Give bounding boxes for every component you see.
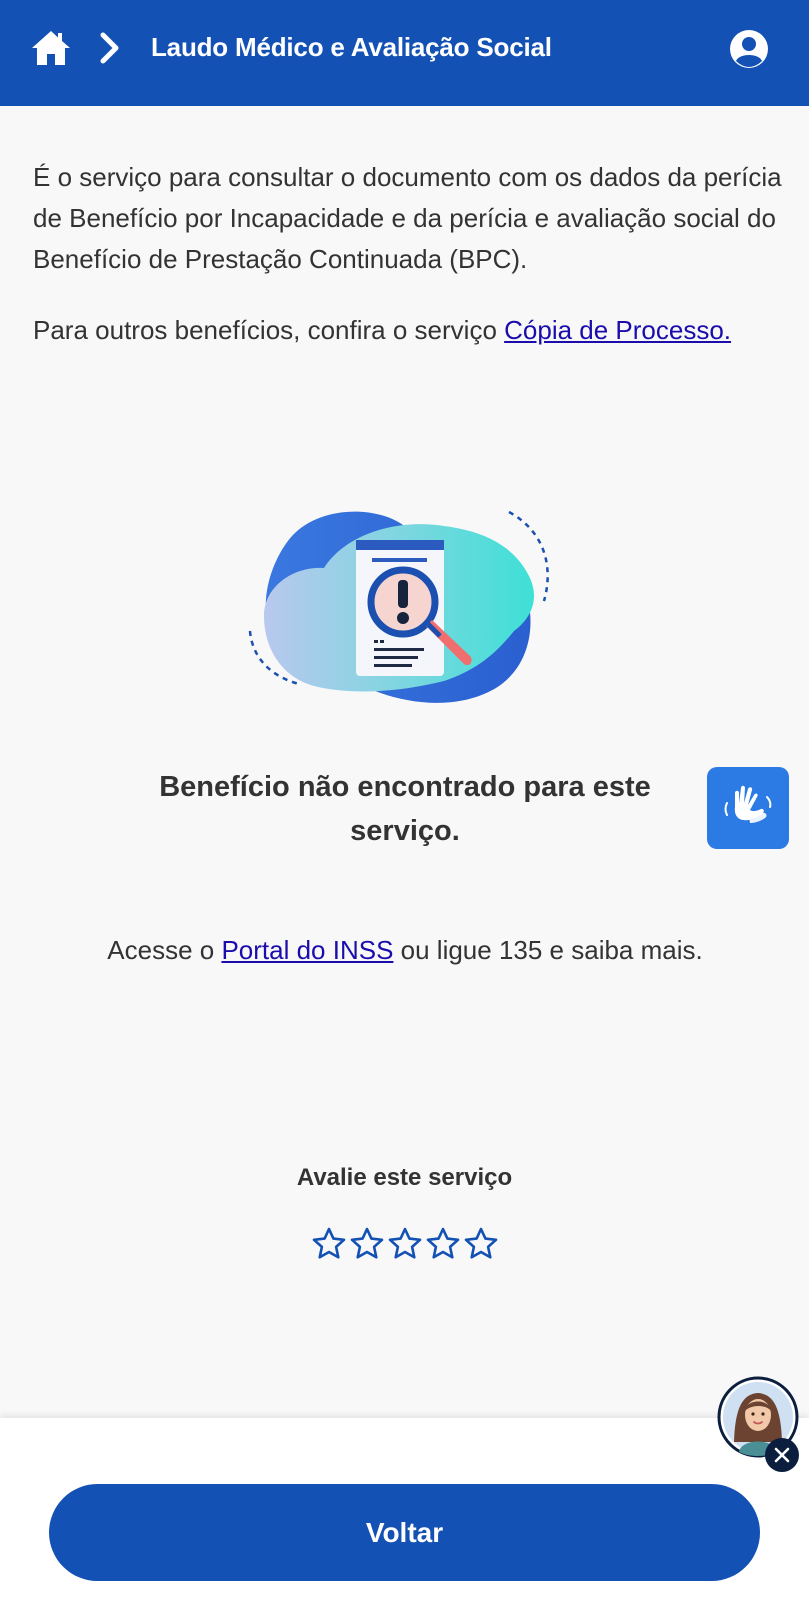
back-button[interactable]: Voltar — [49, 1484, 760, 1581]
star-3-icon[interactable] — [387, 1226, 423, 1262]
access-prefix-text: Acesse o — [107, 935, 222, 965]
chevron-right-icon — [100, 32, 119, 64]
access-info: Acesse o Portal do INSS ou ligue 135 e s… — [100, 930, 710, 970]
document-search-illustration — [248, 510, 549, 703]
service-description: É o serviço para consultar o documento c… — [33, 157, 783, 381]
user-account-icon[interactable] — [728, 28, 770, 70]
star-2-icon[interactable] — [349, 1226, 385, 1262]
description-paragraph: É o serviço para consultar o documento c… — [33, 162, 782, 274]
rating-stars — [311, 1226, 499, 1262]
page-title: Laudo Médico e Avaliação Social — [151, 32, 552, 62]
libras-accessibility-button[interactable] — [707, 767, 789, 849]
star-4-icon[interactable] — [425, 1226, 461, 1262]
access-suffix-text: ou ligue 135 e saiba mais. — [393, 935, 703, 965]
portal-inss-link[interactable]: Portal do INSS — [221, 935, 393, 965]
other-benefits-text: Para outros benefícios, confira o serviç… — [33, 315, 505, 345]
star-1-icon[interactable] — [311, 1226, 347, 1262]
app-header: Laudo Médico e Avaliação Social — [0, 0, 809, 106]
star-5-icon[interactable] — [463, 1226, 499, 1262]
other-benefits-paragraph: Para outros benefícios, confira o serviç… — [33, 310, 783, 351]
not-found-message: Benefício não encontrado para este servi… — [159, 771, 651, 847]
home-icon[interactable] — [30, 28, 72, 68]
copia-processo-link[interactable]: Cópia de Processo. — [504, 315, 731, 345]
rating-label: Avalie este serviço — [296, 1164, 513, 1191]
sign-language-hands-icon — [724, 785, 772, 823]
close-assistant-icon[interactable] — [764, 1437, 800, 1473]
